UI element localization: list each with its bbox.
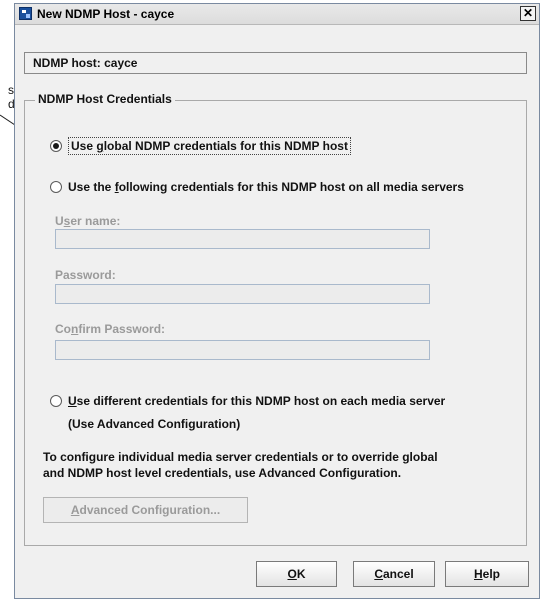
advanced-note-line2: and NDMP host level credentials, use Adv… — [43, 466, 402, 480]
password-field[interactable] — [55, 284, 430, 304]
window-title: New NDMP Host - cayce — [37, 7, 175, 21]
radio-following-credentials[interactable]: Use the following credentials for this N… — [50, 180, 464, 194]
advanced-configuration-button[interactable]: Advanced Configuration... — [43, 497, 248, 523]
confirm-password-field[interactable] — [55, 340, 430, 360]
username-label: User name: — [55, 214, 121, 228]
title-bar: New NDMP Host - cayce ✕ — [15, 4, 539, 25]
password-label: Password: — [55, 268, 116, 282]
radio-global-label: Use global NDMP credentials for this NDM… — [68, 137, 351, 155]
radio-button-icon[interactable] — [50, 395, 62, 407]
radio-different-label: Use different credentials for this NDMP … — [68, 394, 446, 408]
radio-button-icon[interactable] — [50, 140, 62, 152]
advanced-note-line1: To configure individual media server cre… — [43, 450, 438, 464]
help-button[interactable]: Help — [445, 561, 529, 587]
close-button[interactable]: ✕ — [520, 6, 536, 21]
new-ndmp-host-dialog: New NDMP Host - cayce ✕ NDMP host: cayce… — [14, 3, 540, 599]
radio-different-label-line2: (Use Advanced Configuration) — [68, 417, 241, 431]
ok-button[interactable]: OK — [256, 561, 337, 587]
radio-button-icon[interactable] — [50, 181, 62, 193]
radio-following-label: Use the following credentials for this N… — [68, 180, 464, 194]
ndmp-host-box: NDMP host: cayce — [24, 52, 527, 74]
cancel-button[interactable]: Cancel — [353, 561, 435, 587]
ndmp-host-label: NDMP host: cayce — [33, 56, 138, 70]
confirm-password-label: Confirm Password: — [55, 322, 166, 336]
username-field[interactable] — [55, 229, 430, 249]
radio-different-credentials[interactable]: Use different credentials for this NDMP … — [50, 394, 445, 408]
radio-global-credentials[interactable]: Use global NDMP credentials for this NDM… — [50, 137, 351, 155]
credentials-group-title: NDMP Host Credentials — [35, 92, 175, 106]
application-icon — [19, 7, 32, 20]
